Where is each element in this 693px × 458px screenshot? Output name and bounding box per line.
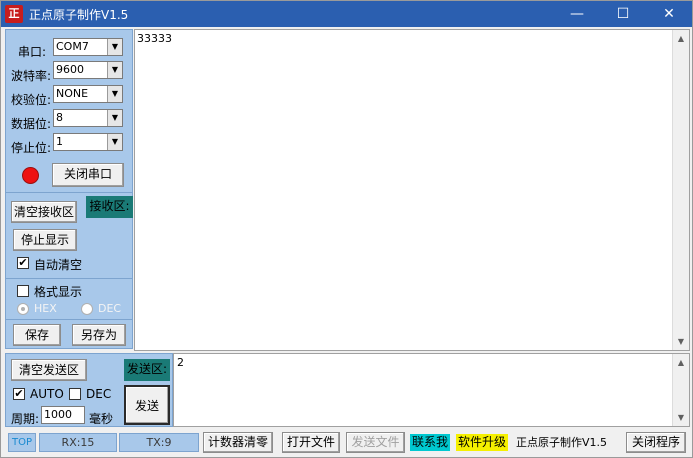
clear-send-button[interactable]: 清空发送区 bbox=[11, 359, 87, 381]
databits-label: 数据位: bbox=[11, 117, 52, 131]
save-button[interactable]: 保存 bbox=[13, 324, 61, 346]
ms-label: 毫秒 bbox=[89, 412, 114, 426]
chevron-down-icon: ▼ bbox=[107, 86, 122, 102]
scroll-down-icon[interactable]: ▼ bbox=[673, 333, 689, 350]
scroll-down-icon[interactable]: ▼ bbox=[673, 409, 689, 426]
baud-select[interactable]: 9600 ▼ bbox=[53, 61, 123, 79]
maximize-button[interactable]: ☐ bbox=[600, 1, 646, 27]
scroll-up-icon[interactable]: ▲ bbox=[673, 354, 689, 371]
stopbits-value: 1 bbox=[56, 135, 63, 148]
auto-clear-label: 自动清空 bbox=[34, 258, 83, 272]
port-status-led-icon bbox=[22, 167, 39, 184]
hex-radio[interactable] bbox=[17, 303, 29, 315]
period-label: 周期: bbox=[11, 412, 40, 426]
upgrade-link[interactable]: 软件升级 bbox=[456, 434, 509, 451]
divider bbox=[6, 278, 132, 279]
dec-radio[interactable] bbox=[81, 303, 93, 315]
databits-select[interactable]: 8 ▼ bbox=[53, 109, 123, 127]
status-bar: TOP RX:15 TX:9 计数器清零 打开文件 发送文件 联系我 软件升级 … bbox=[5, 432, 690, 454]
send-area-tag: 发送区: bbox=[124, 359, 170, 381]
receive-textarea[interactable]: 33333 ▲ ▼ bbox=[134, 29, 690, 351]
clear-receive-button[interactable]: 清空接收区 bbox=[11, 201, 77, 223]
parity-value: NONE bbox=[56, 87, 89, 100]
chevron-down-icon: ▼ bbox=[107, 134, 122, 150]
settings-panel: 串口: COM7 ▼ 波特率: 9600 ▼ 校验位: NONE ▼ 数据位: … bbox=[5, 29, 133, 349]
dec-label: DEC bbox=[98, 302, 122, 315]
chevron-down-icon: ▼ bbox=[107, 110, 122, 126]
top-toggle[interactable]: TOP bbox=[8, 433, 36, 452]
close-port-button[interactable]: 关闭串口 bbox=[52, 163, 124, 187]
minimize-button[interactable]: — bbox=[554, 1, 600, 27]
close-program-button[interactable]: 关闭程序 bbox=[626, 432, 686, 453]
close-window-button[interactable]: ✕ bbox=[646, 1, 692, 27]
send-file-button[interactable]: 发送文件 bbox=[346, 432, 405, 453]
contact-link[interactable]: 联系我 bbox=[410, 434, 451, 451]
send-dec-label: DEC bbox=[86, 387, 112, 401]
format-display-label: 格式显示 bbox=[34, 285, 83, 299]
baud-label: 波特率: bbox=[11, 69, 52, 83]
port-select[interactable]: COM7 ▼ bbox=[53, 38, 123, 56]
send-controls-panel: 清空发送区 发送区: ✔ AUTO DEC 周期: 1000 毫秒 发送 bbox=[5, 353, 173, 427]
format-display-checkbox[interactable] bbox=[17, 285, 29, 297]
title-bar[interactable]: 正 正点原子制作V1.5 — ☐ ✕ bbox=[1, 1, 692, 27]
stopbits-select[interactable]: 1 ▼ bbox=[53, 133, 123, 151]
receive-content: 33333 bbox=[137, 32, 172, 45]
stop-display-button[interactable]: 停止显示 bbox=[13, 229, 77, 251]
hex-label: HEX bbox=[34, 302, 57, 315]
databits-value: 8 bbox=[56, 111, 63, 124]
period-input[interactable]: 1000 bbox=[41, 406, 85, 424]
baud-value: 9600 bbox=[56, 63, 84, 76]
rx-counter: RX:15 bbox=[39, 433, 117, 452]
tx-counter: TX:9 bbox=[119, 433, 199, 452]
port-label: 串口: bbox=[18, 45, 47, 59]
stopbits-label: 停止位: bbox=[11, 141, 52, 155]
save-as-button[interactable]: 另存为 bbox=[72, 324, 126, 346]
chevron-down-icon: ▼ bbox=[107, 62, 122, 78]
auto-send-label: AUTO bbox=[30, 387, 64, 401]
receive-scrollbar[interactable]: ▲ ▼ bbox=[672, 30, 689, 350]
parity-label: 校验位: bbox=[11, 93, 52, 107]
scroll-up-icon[interactable]: ▲ bbox=[673, 30, 689, 47]
author-label: 正点原子制作V1.5 bbox=[516, 436, 608, 449]
receive-area-tag: 接收区: bbox=[86, 196, 133, 218]
chevron-down-icon: ▼ bbox=[107, 39, 122, 55]
open-file-button[interactable]: 打开文件 bbox=[282, 432, 340, 453]
divider bbox=[6, 192, 132, 193]
send-dec-checkbox[interactable] bbox=[69, 388, 81, 400]
send-content: 2 bbox=[177, 356, 184, 369]
send-scrollbar[interactable]: ▲ ▼ bbox=[672, 354, 689, 426]
auto-clear-checkbox[interactable]: ✔ bbox=[17, 257, 29, 269]
auto-send-checkbox[interactable]: ✔ bbox=[13, 388, 25, 400]
send-textarea[interactable]: 2 ▲ ▼ bbox=[173, 353, 690, 427]
send-button[interactable]: 发送 bbox=[124, 385, 170, 425]
parity-select[interactable]: NONE ▼ bbox=[53, 85, 123, 103]
window-title: 正点原子制作V1.5 bbox=[29, 8, 129, 22]
app-logo-icon: 正 bbox=[5, 5, 23, 23]
app-window: 正 正点原子制作V1.5 — ☐ ✕ 串口: COM7 ▼ 波特率: 9600 … bbox=[0, 0, 693, 458]
reset-counter-button[interactable]: 计数器清零 bbox=[203, 432, 273, 453]
port-value: COM7 bbox=[56, 40, 89, 53]
divider bbox=[6, 319, 132, 320]
